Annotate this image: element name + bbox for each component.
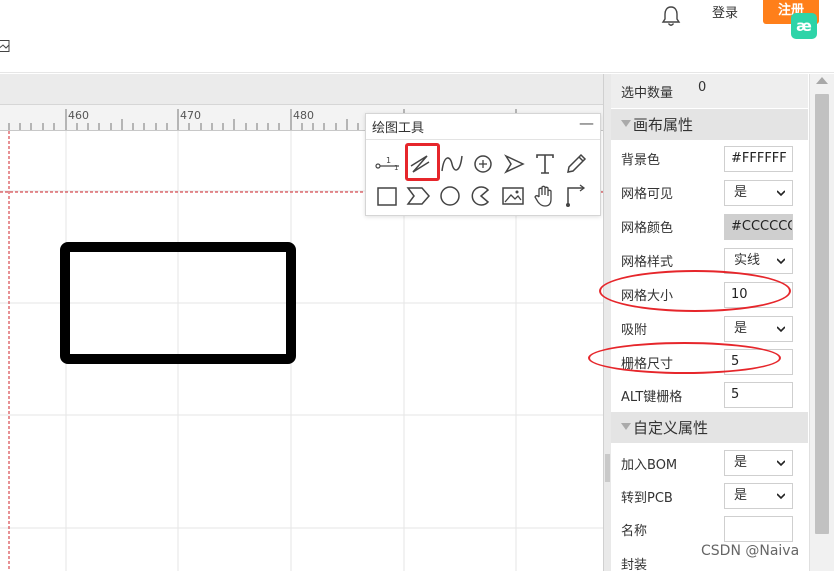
image-icon[interactable] bbox=[500, 183, 526, 209]
arc-icon[interactable] bbox=[470, 151, 496, 177]
selected-tool-highlight bbox=[405, 143, 440, 181]
background-color-input[interactable]: #FFFFFF bbox=[724, 146, 793, 172]
add-bom-select[interactable]: 是 bbox=[724, 450, 793, 476]
ruler-tick-label: 480 bbox=[293, 109, 314, 122]
grid-visible-value: 是 bbox=[734, 185, 748, 200]
dimension-icon[interactable] bbox=[562, 183, 588, 209]
annotation-circle-grid-size bbox=[599, 270, 791, 312]
to-pcb-value: 是 bbox=[734, 488, 748, 503]
canvas-tabs-bar bbox=[0, 74, 603, 105]
collapse-triangle-icon bbox=[621, 423, 631, 430]
snap-value: 是 bbox=[734, 321, 748, 336]
ellipse-icon[interactable] bbox=[437, 183, 463, 209]
svg-text:1: 1 bbox=[386, 156, 391, 165]
collapse-triangle-icon bbox=[621, 120, 631, 127]
selection-bar: 选中数量 0 bbox=[611, 74, 808, 108]
grid-style-select[interactable]: 实线 bbox=[724, 248, 793, 274]
section-title: 自定义属性 bbox=[633, 419, 709, 437]
grid-color-label: 网格颜色 bbox=[621, 221, 674, 236]
rectangle-icon[interactable] bbox=[374, 183, 400, 209]
panel-splitter[interactable] bbox=[603, 74, 611, 571]
login-link[interactable]: 登录 bbox=[712, 2, 738, 21]
name-input[interactable] bbox=[724, 516, 793, 542]
to-pcb-select[interactable]: 是 bbox=[724, 483, 793, 509]
grid-visible-label: 网格可见 bbox=[621, 187, 674, 202]
image-icon[interactable] bbox=[0, 40, 10, 52]
arrow-icon[interactable] bbox=[501, 151, 527, 177]
vertical-scrollbar[interactable] bbox=[809, 74, 834, 571]
divider bbox=[366, 139, 600, 140]
chevron-down-icon bbox=[777, 460, 785, 467]
app-logo: æ bbox=[791, 13, 817, 39]
grid-style-label: 网格样式 bbox=[621, 255, 674, 270]
grid-color-input[interactable]: #CCCCCC bbox=[724, 214, 793, 240]
section-custom-properties[interactable]: 自定义属性 bbox=[611, 412, 808, 443]
snap-label: 吸附 bbox=[621, 323, 648, 338]
minimize-button[interactable]: — bbox=[579, 114, 594, 132]
alt-snap-input[interactable]: 5 bbox=[724, 382, 793, 408]
bell-icon[interactable] bbox=[660, 4, 682, 28]
background-color-label: 背景色 bbox=[621, 153, 661, 168]
chevron-down-icon bbox=[777, 190, 785, 197]
svg-text:1: 1 bbox=[394, 164, 398, 172]
chevron-down-icon bbox=[777, 493, 785, 500]
hand-icon[interactable] bbox=[531, 183, 557, 209]
to-pcb-label: 转到PCB bbox=[621, 491, 673, 506]
footprint-label: 封装 bbox=[621, 558, 648, 573]
add-bom-value: 是 bbox=[734, 455, 748, 470]
name-label: 名称 bbox=[621, 524, 648, 539]
annotation-circle-snap-size bbox=[588, 342, 781, 374]
property-panel: 选中数量 0 画布属性 背景色 #FFFFFF 网格可见 是 网格颜色 #CCC… bbox=[611, 74, 808, 573]
text-icon[interactable] bbox=[532, 151, 558, 177]
grid-style-value: 实线 bbox=[734, 253, 761, 268]
drawing-tools-panel: 绘图工具 — 1 1 bbox=[365, 113, 601, 216]
watermark: CSDN @Naiva bbox=[701, 543, 800, 559]
curve-icon[interactable] bbox=[439, 151, 465, 177]
selection-count-label: 选中数量 bbox=[621, 86, 674, 101]
polygon-icon[interactable] bbox=[405, 183, 431, 209]
drawing-tools-title: 绘图工具 bbox=[372, 121, 425, 136]
chevron-down-icon bbox=[777, 326, 785, 333]
net-label-icon[interactable]: 1 1 bbox=[374, 151, 400, 177]
pie-icon[interactable] bbox=[468, 183, 494, 209]
chevron-down-icon bbox=[777, 258, 785, 265]
splitter-handle[interactable] bbox=[605, 454, 610, 482]
ruler-tick-label: 470 bbox=[180, 109, 201, 122]
ruler-tick-label: 460 bbox=[68, 109, 89, 122]
grid-visible-select[interactable]: 是 bbox=[724, 180, 793, 206]
add-bom-label: 加入BOM bbox=[621, 458, 678, 473]
scroll-thumb[interactable] bbox=[815, 94, 829, 534]
top-bar: 登录 注册 æ bbox=[0, 0, 834, 73]
snap-select[interactable]: 是 bbox=[724, 316, 793, 342]
selection-count-value: 0 bbox=[698, 80, 707, 95]
alt-snap-label: ALT键栅格 bbox=[621, 390, 683, 405]
section-canvas-properties[interactable]: 画布属性 bbox=[611, 109, 808, 140]
pencil-icon[interactable] bbox=[563, 151, 589, 177]
section-title: 画布属性 bbox=[633, 116, 694, 134]
scroll-up-arrow-icon[interactable] bbox=[816, 77, 828, 84]
